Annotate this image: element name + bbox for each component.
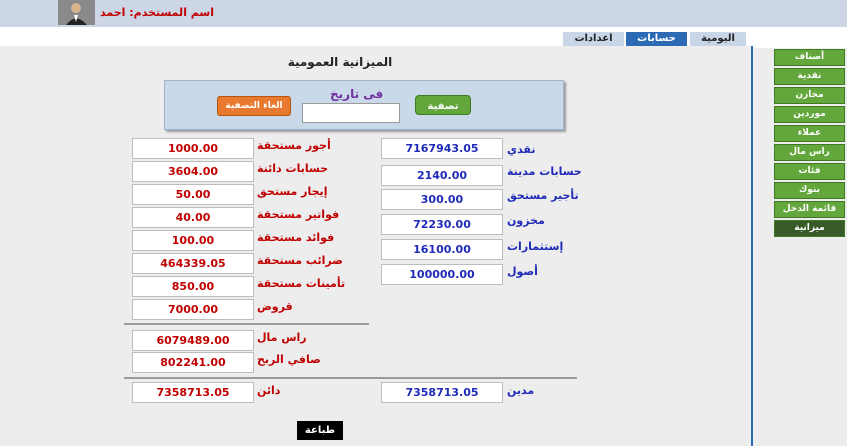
sidebar-item-income-statement[interactable]: قائمة الدخل [774,201,845,218]
credit-total-label: دائن [257,384,281,397]
equity-value: 802241.00 [132,352,254,373]
liability-value: 7000.00 [132,299,254,320]
debit-total-value: 7358713.05 [381,382,503,403]
liability-value: 3604.00 [132,161,254,182]
asset-label: نقدي [507,143,536,156]
liability-label: قروض [257,300,293,313]
credit-total-value: 7358713.05 [132,382,254,403]
liability-value: 850.00 [132,276,254,297]
top-header: اسم المستخدم: احمد [0,0,847,27]
asset-value: 72230.00 [381,214,503,235]
totals-divider [124,377,577,379]
sidebar-item-categories[interactable]: فئات [774,163,845,180]
sidebar-item-banks[interactable]: بنوك [774,182,845,199]
sidebar-menu: أصناف نقدية مخازن موردين عملاء راس مال ف… [774,49,845,239]
section-divider [124,323,369,325]
debit-total-label: مدين [507,384,535,397]
username-label: اسم المستخدم: احمد [100,6,215,19]
asset-value: 300.00 [381,189,503,210]
equity-value: 6079489.00 [132,330,254,351]
equity-label: راس مال [257,331,307,344]
cancel-settle-button[interactable]: الغاء التصفية [217,96,291,116]
asset-label: إستثمارات [507,240,564,253]
liability-value: 1000.00 [132,138,254,159]
page-title: الميزانية العمومية [287,55,393,69]
liability-value: 100.00 [132,230,254,251]
asset-value: 2140.00 [381,165,503,186]
date-input[interactable] [302,103,400,123]
sidebar-item-customers[interactable]: عملاء [774,125,845,142]
tab-daily[interactable]: اليومية [690,32,746,46]
sidebar-item-stores[interactable]: مخازن [774,87,845,104]
asset-label: أصول [507,265,538,278]
liability-label: حسابات دائنة [257,162,329,175]
tab-accounts[interactable]: حسابات [626,32,687,46]
asset-value: 16100.00 [381,239,503,260]
sidebar-item-cash[interactable]: نقدية [774,68,845,85]
liability-value: 464339.05 [132,253,254,274]
liability-label: ضرائب مستحقة [257,254,343,267]
asset-value: 7167943.05 [381,138,503,159]
asset-label: تأجير مستحق [507,189,579,202]
tab-settings[interactable]: اعدادات [563,32,624,46]
asset-label: مخزون [507,214,545,227]
liability-value: 40.00 [132,207,254,228]
equity-label: صافي الربح [257,353,321,366]
liability-label: فواتير مستحقة [257,208,340,221]
liability-label: تأمينات مستحقة [257,277,346,290]
settle-button[interactable]: تصفية [415,95,471,115]
sidebar-item-suppliers[interactable]: موردين [774,106,845,123]
liability-label: فوائد مستحقة [257,231,335,244]
print-button[interactable]: طباعة [297,421,343,440]
asset-value: 100000.00 [381,264,503,285]
sidebar-item-balance-sheet[interactable]: ميزانية [774,220,845,237]
liability-label: أجور مستحقة [257,139,331,152]
date-label: فى تاريخ [330,87,384,101]
sidebar-item-capital[interactable]: راس مال [774,144,845,161]
sidebar-item-items[interactable]: أصناف [774,49,845,66]
liability-label: إيجار مستحق [257,185,328,198]
liability-value: 50.00 [132,184,254,205]
asset-label: حسابات مدينة [507,165,582,178]
user-avatar [58,0,95,25]
